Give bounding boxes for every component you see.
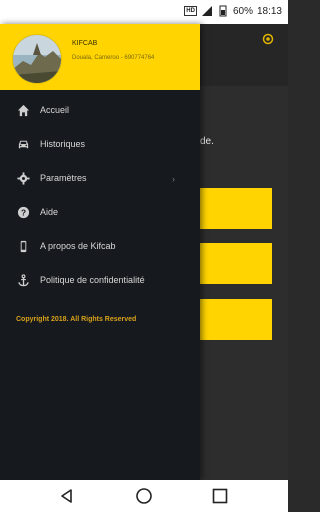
menu-item-label: Accueil	[40, 105, 70, 115]
gear-icon	[17, 172, 30, 185]
menu-item-historiques[interactable]: Historiques	[0, 128, 200, 162]
signal-icon	[201, 6, 212, 16]
help-icon: ?	[17, 206, 30, 219]
menu-item-label: Politique de confidentialité	[40, 275, 145, 285]
svg-text:?: ?	[21, 207, 26, 217]
phone-icon	[20, 240, 27, 253]
menu-item-parametres[interactable]: Paramètres ›	[0, 162, 200, 196]
avatar[interactable]	[12, 34, 62, 84]
avatar-image	[13, 35, 61, 83]
menu-item-politique[interactable]: Politique de confidentialité	[0, 264, 200, 298]
menu-item-label: Paramètres	[40, 173, 87, 183]
navigation-drawer: KIFCAB Douala, Cameroo - 690774764 Accue…	[0, 24, 200, 480]
anchor-icon	[18, 274, 29, 287]
drawer-menu: Accueil Historiques Paramètres › ? Aide …	[0, 94, 200, 298]
drawer-header: KIFCAB Douala, Cameroo - 690774764	[0, 24, 200, 90]
back-icon[interactable]	[58, 487, 76, 505]
action-button-1[interactable]	[200, 188, 272, 229]
action-button-3[interactable]	[200, 299, 272, 340]
partial-text: de.	[200, 136, 214, 147]
recent-apps-icon[interactable]	[211, 487, 229, 505]
status-bar: HD 60% 18:13	[0, 0, 288, 24]
home-button-icon[interactable]	[135, 487, 153, 505]
battery-icon	[219, 5, 227, 17]
menu-item-accueil[interactable]: Accueil	[0, 94, 200, 128]
car-icon	[18, 140, 29, 149]
battery-percent: 60%	[232, 5, 253, 17]
location-target-icon[interactable]	[262, 33, 274, 45]
menu-item-label: Aide	[40, 207, 59, 217]
home-icon	[17, 104, 30, 117]
user-name: KIFCAB	[72, 40, 98, 47]
copyright-text: Copyright 2018. All Rights Reserved	[16, 316, 137, 323]
clock: 18:13	[256, 5, 282, 17]
menu-item-label: Historiques	[40, 139, 86, 149]
action-button-2[interactable]	[200, 243, 272, 284]
hd-badge: HD	[184, 6, 197, 16]
menu-item-aide[interactable]: ? Aide	[0, 196, 200, 230]
system-navigation-bar	[0, 480, 288, 512]
menu-item-a-propos[interactable]: A propos de Kifcab	[0, 230, 200, 264]
chevron-right-icon: ›	[172, 174, 175, 184]
menu-item-label: A propos de Kifcab	[40, 241, 116, 251]
user-details: Douala, Cameroo - 690774764	[72, 55, 155, 61]
status-icons: HD 60% 18:13	[184, 5, 282, 17]
